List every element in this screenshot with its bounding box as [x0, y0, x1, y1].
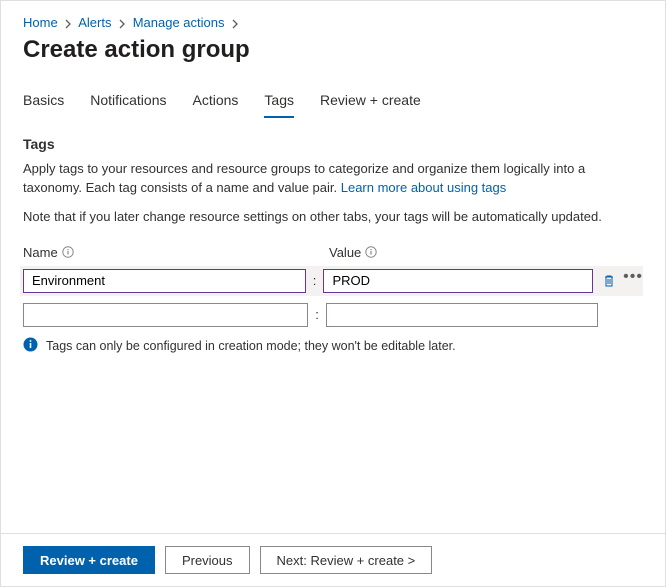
info-message: Tags can only be configured in creation …: [46, 339, 456, 353]
tag-name-input[interactable]: [23, 303, 308, 327]
tab-tags[interactable]: Tags: [264, 86, 294, 118]
tab-notifications[interactable]: Notifications: [90, 86, 166, 118]
colon-separator: :: [308, 307, 326, 322]
chevron-right-icon: [117, 19, 127, 29]
tag-name-input[interactable]: [23, 269, 306, 293]
column-header-name: Name: [23, 245, 311, 260]
breadcrumb-alerts[interactable]: Alerts: [78, 15, 111, 30]
colon-separator: :: [306, 273, 324, 288]
delete-icon[interactable]: [599, 271, 619, 291]
review-create-button[interactable]: Review + create: [23, 546, 155, 574]
info-icon: [23, 337, 38, 355]
info-icon[interactable]: [365, 246, 377, 258]
tab-basics[interactable]: Basics: [23, 86, 64, 118]
tag-value-input[interactable]: [326, 303, 598, 327]
breadcrumb-manage-actions[interactable]: Manage actions: [133, 15, 225, 30]
page-title: Create action group: [23, 36, 643, 64]
info-icon[interactable]: [62, 246, 74, 258]
tab-review-create[interactable]: Review + create: [320, 86, 421, 118]
footer: Review + create Previous Next: Review + …: [1, 533, 665, 586]
main-content: Home Alerts Manage actions Create action…: [1, 1, 665, 355]
column-header-value: Value: [329, 245, 643, 260]
chevron-right-icon: [63, 19, 73, 29]
tablist: Basics Notifications Actions Tags Review…: [23, 86, 643, 118]
info-bar: Tags can only be configured in creation …: [23, 337, 643, 355]
breadcrumb-home[interactable]: Home: [23, 15, 58, 30]
previous-button[interactable]: Previous: [165, 546, 250, 574]
tag-row: : •••: [20, 266, 643, 296]
more-icon[interactable]: •••: [623, 269, 643, 285]
tag-value-input[interactable]: [323, 269, 593, 293]
tag-row: :: [23, 303, 643, 327]
tag-header: Name Value: [23, 245, 643, 260]
help-text-2: Note that if you later change resource s…: [23, 208, 643, 227]
tag-grid: Name Value :: [23, 245, 643, 355]
tab-actions[interactable]: Actions: [193, 86, 239, 118]
next-button[interactable]: Next: Review + create >: [260, 546, 433, 574]
chevron-right-icon: [230, 19, 240, 29]
section-title: Tags: [23, 136, 643, 152]
breadcrumb: Home Alerts Manage actions: [23, 15, 643, 30]
learn-more-link[interactable]: Learn more about using tags: [341, 180, 507, 195]
help-text-1: Apply tags to your resources and resourc…: [23, 160, 643, 198]
